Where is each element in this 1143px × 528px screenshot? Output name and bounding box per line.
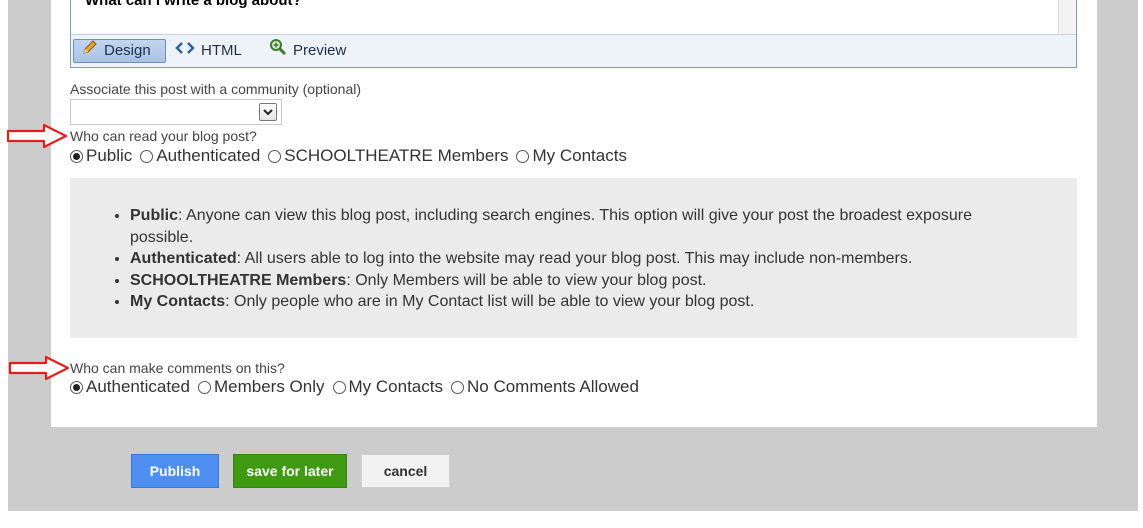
publish-button[interactable]: Publish xyxy=(131,454,219,488)
radio-button[interactable] xyxy=(516,149,530,163)
annotation-arrow-icon xyxy=(6,123,68,154)
comment-access-options: Authenticated Members Only My Contacts N… xyxy=(70,377,647,397)
read-access-options: Public Authenticated SCHOOLTHEATRE Membe… xyxy=(70,146,635,166)
radio-option-authenticated[interactable]: Authenticated xyxy=(70,377,190,397)
radio-option-label: Public xyxy=(86,146,133,165)
cancel-button[interactable]: cancel xyxy=(361,454,450,488)
annotation-arrow-icon xyxy=(8,355,70,386)
radio-button[interactable] xyxy=(268,149,282,163)
editor-mode-toolbar: Design HTML Preview xyxy=(71,34,1076,67)
list-item: Public: Anyone can view this blog post, … xyxy=(130,205,1030,248)
editor-content-area[interactable]: What can I write a blog about? xyxy=(71,0,1076,35)
radio-option-my-contacts[interactable]: My Contacts xyxy=(516,146,627,166)
comment-access-question: Who can make comments on this? xyxy=(70,360,285,376)
tab-design-label: Design xyxy=(104,42,151,59)
radio-option-label: SCHOOLTHEATRE Members xyxy=(284,146,509,165)
tab-design[interactable]: Design xyxy=(73,39,166,63)
radio-option-authenticated[interactable]: Authenticated xyxy=(140,146,260,166)
radio-option-label: Authenticated xyxy=(86,377,190,396)
radio-button[interactable] xyxy=(70,149,83,163)
radio-option-public[interactable]: Public xyxy=(70,146,132,166)
magnifier-icon xyxy=(269,38,287,64)
list-item: SCHOOLTHEATRE Members: Only Members will… xyxy=(130,270,1030,292)
radio-button[interactable] xyxy=(70,380,83,394)
radio-option-no-comments[interactable]: No Comments Allowed xyxy=(450,377,639,397)
read-access-info-box: Public: Anyone can view this blog post, … xyxy=(70,178,1077,338)
tab-html-label: HTML xyxy=(201,42,242,59)
radio-option-label: Authenticated xyxy=(156,146,261,165)
chevron-down-icon xyxy=(263,103,273,121)
pencil-icon xyxy=(82,39,98,63)
community-select[interactable] xyxy=(70,99,282,125)
radio-option-members-only[interactable]: Members Only xyxy=(197,377,325,397)
list-item: My Contacts: Only people who are in My C… xyxy=(130,291,1030,313)
save-for-later-button[interactable]: save for later xyxy=(233,454,347,488)
radio-option-label: My Contacts xyxy=(532,146,627,165)
community-label: Associate this post with a community (op… xyxy=(70,81,362,97)
radio-button[interactable] xyxy=(197,380,211,394)
info-list: Public: Anyone can view this blog post, … xyxy=(130,205,1030,313)
dropdown-button[interactable] xyxy=(259,103,277,121)
tab-preview-label: Preview xyxy=(293,42,347,59)
editor-scrollbar[interactable] xyxy=(1058,0,1076,35)
radio-button[interactable] xyxy=(450,380,464,394)
list-item: Authenticated: All users able to log int… xyxy=(130,248,1030,270)
radio-option-label: No Comments Allowed xyxy=(466,377,639,396)
code-icon xyxy=(175,39,195,63)
post-editor: What can I write a blog about? Design HT… xyxy=(70,0,1077,68)
editor-content-text: What can I write a blog about? xyxy=(85,0,302,9)
radio-button[interactable] xyxy=(332,380,346,394)
radio-option-my-contacts[interactable]: My Contacts xyxy=(332,377,443,397)
radio-option-label: Members Only xyxy=(213,377,325,396)
read-access-question: Who can read your blog post? xyxy=(70,128,257,144)
radio-option-members[interactable]: SCHOOLTHEATRE Members xyxy=(268,146,508,166)
tab-html[interactable]: HTML xyxy=(175,39,242,63)
radio-option-label: My Contacts xyxy=(348,377,443,396)
tab-preview[interactable]: Preview xyxy=(269,39,346,63)
radio-button[interactable] xyxy=(140,149,154,163)
